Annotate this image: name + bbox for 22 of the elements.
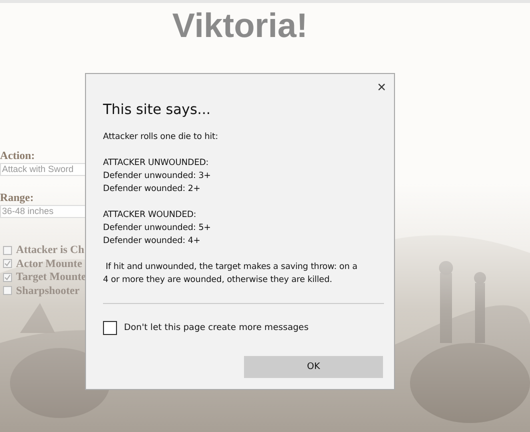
range-label: Range: <box>0 192 35 205</box>
page-title: Viktoria! <box>172 7 308 46</box>
checkbox-label: Don't let this page create more messages <box>124 323 309 333</box>
message-text: If hit and unwounded, the target makes a saving throw: on a 4 or more they are wounded, otherwise they are killed. <box>103 261 358 287</box>
action-label: Action: <box>0 150 36 163</box>
option-label: Actor Mounte <box>16 258 82 270</box>
message-text: ATTACKER WOUNDED: <box>103 209 198 222</box>
message-text: ATTACKER UNWOUNDED: <box>103 157 210 170</box>
close-button[interactable]: × <box>377 82 386 94</box>
checkbox[interactable] <box>3 286 12 296</box>
message-text: Defender unwounded: 5+ <box>103 222 212 235</box>
option-label: Attacker is Ch <box>16 244 84 256</box>
dialog-title: This site says... <box>103 102 212 118</box>
option-label: Target Mounte <box>16 271 86 284</box>
message-text: Defender wounded: 4+ <box>103 235 202 248</box>
message-text: Attacker rolls one die to hit: <box>103 131 220 144</box>
checkbox[interactable] <box>103 321 117 335</box>
message-text: Defender unwounded: 3+ <box>103 170 212 183</box>
ok-button[interactable]: OK <box>244 356 383 378</box>
checkbox[interactable] <box>3 259 12 268</box>
message-text: Defender wounded: 2+ <box>103 183 202 196</box>
option-label: Sharpshooter <box>16 284 80 297</box>
